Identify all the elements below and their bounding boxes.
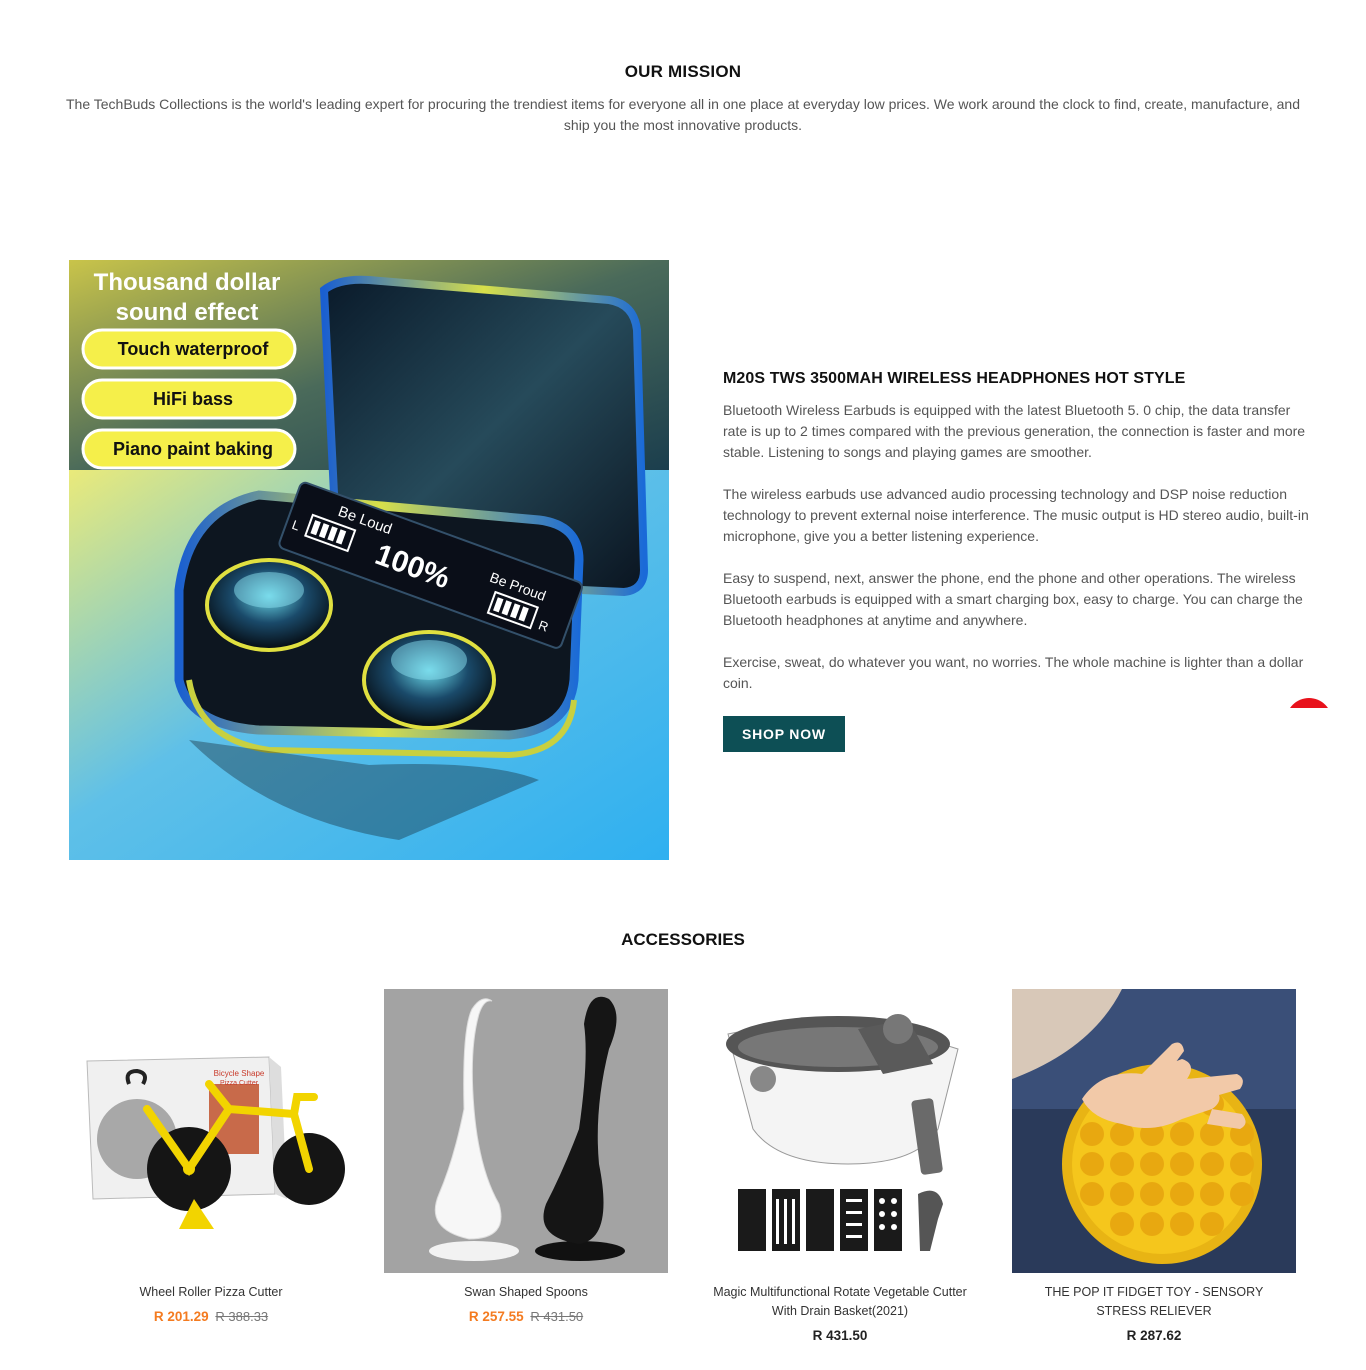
- feature-paragraph-2: The wireless earbuds use advanced audio …: [723, 486, 1309, 544]
- sale-price: R 201.29: [153, 1309, 209, 1324]
- box-label-1: Bicycle Shape: [214, 1069, 265, 1078]
- shop-now-button[interactable]: SHOP NOW: [723, 716, 845, 752]
- product-prices: R 257.55 R 431.50: [384, 1309, 668, 1324]
- earbuds-product-image[interactable]: Be Loud 100% Be Proud L R Thousand dolla…: [69, 260, 669, 860]
- chat-overlay: [1230, 708, 1366, 768]
- swan-spoons-illustration: [384, 989, 668, 1273]
- mission-section: OUR MISSION The TechBuds Collections is …: [60, 62, 1306, 136]
- product-prices: R 201.29 R 388.33: [69, 1309, 353, 1324]
- feature-description: M20S TWS 3500MAH WIRELESS HEADPHONES HOT…: [723, 370, 1313, 752]
- feature-paragraph-1: Bluetooth Wireless Earbuds is equipped w…: [723, 402, 1306, 460]
- feature-title: M20S TWS 3500MAH WIRELESS HEADPHONES HOT…: [723, 370, 1186, 387]
- image-headline-line2: sound effect: [116, 299, 259, 326]
- product-image-vegetable-cutter[interactable]: [698, 989, 982, 1273]
- product-name[interactable]: Swan Shaped Spoons: [384, 1283, 668, 1302]
- product-image-swan-spoons[interactable]: [384, 989, 668, 1273]
- product-name[interactable]: Magic Multifunctional Rotate Vegetable C…: [698, 1283, 982, 1321]
- vegetable-cutter-illustration: [698, 989, 982, 1273]
- product-card[interactable]: Swan Shaped Spoons R 257.55 R 431.50: [384, 989, 668, 1324]
- product-prices: R 287.62: [1012, 1328, 1296, 1343]
- product-card[interactable]: Bicycle Shape Pizza Cutter Wheel Roller …: [69, 989, 353, 1324]
- sale-price: R 257.55: [468, 1309, 524, 1324]
- earbuds-illustration: Be Loud 100% Be Proud L R Thousand dolla…: [69, 260, 669, 860]
- mission-text: The TechBuds Collections is the world's …: [65, 96, 1301, 133]
- product-image-pizza-cutter[interactable]: Bicycle Shape Pizza Cutter: [69, 989, 353, 1273]
- image-headline-line1: Thousand dollar: [94, 269, 281, 296]
- product-prices: R 431.50: [698, 1328, 982, 1343]
- feature-paragraph-4: Exercise, sweat, do whatever you want, n…: [723, 654, 1304, 691]
- product-card[interactable]: Magic Multifunctional Rotate Vegetable C…: [698, 989, 982, 1343]
- price: R 431.50: [812, 1328, 868, 1343]
- accessories-title: ACCESSORIES: [621, 930, 745, 949]
- pop-it-illustration: [1012, 989, 1296, 1273]
- product-name[interactable]: Wheel Roller Pizza Cutter: [69, 1283, 353, 1302]
- feature-paragraph-3: Easy to suspend, next, answer the phone,…: [723, 570, 1303, 628]
- product-image-pop-it[interactable]: [1012, 989, 1296, 1273]
- product-name[interactable]: THE POP IT FIDGET TOY - SENSORY STRESS R…: [1012, 1283, 1296, 1321]
- pill-hifi-bass: HiFi bass: [153, 389, 233, 409]
- mission-title: OUR MISSION: [624, 62, 742, 81]
- box-label-2: Pizza Cutter: [220, 1080, 259, 1087]
- original-price: R 431.50: [530, 1309, 584, 1324]
- pill-touch-waterproof: Touch waterproof: [118, 339, 270, 359]
- product-card[interactable]: THE POP IT FIDGET TOY - SENSORY STRESS R…: [1012, 989, 1296, 1343]
- price: R 287.62: [1126, 1328, 1182, 1343]
- pill-piano-paint: Piano paint baking: [113, 439, 273, 459]
- original-price: R 388.33: [215, 1309, 269, 1324]
- pizza-cutter-illustration: Bicycle Shape Pizza Cutter: [69, 989, 353, 1273]
